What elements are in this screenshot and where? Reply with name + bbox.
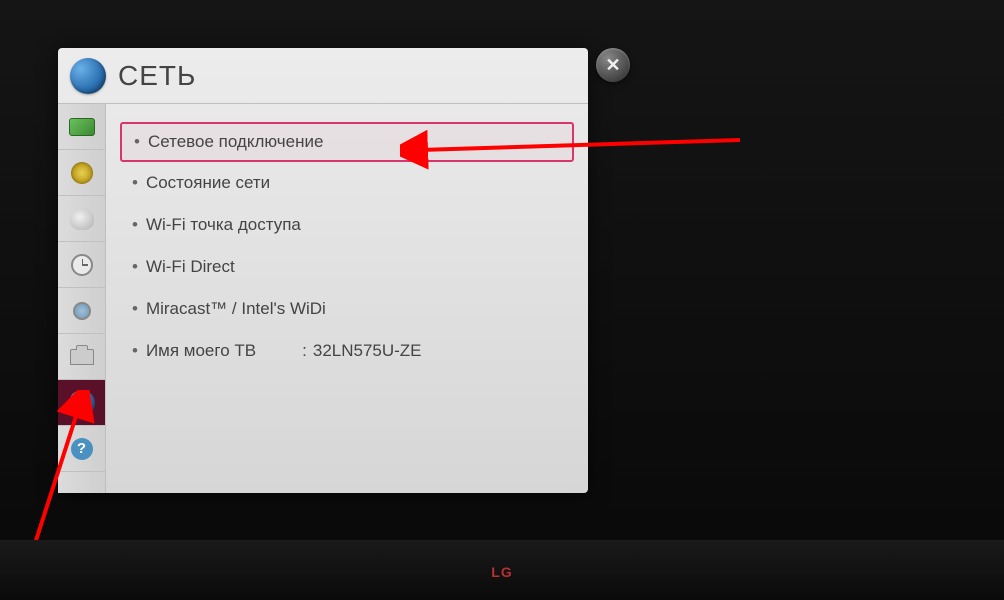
sidebar-item-time[interactable] bbox=[58, 242, 105, 288]
menu-item-label: Wi-Fi точка доступа bbox=[146, 215, 301, 235]
sidebar-item-channel[interactable] bbox=[58, 196, 105, 242]
tv-brand-logo: LG bbox=[491, 564, 512, 580]
bullet-icon: • bbox=[132, 215, 138, 235]
sound-icon bbox=[68, 161, 96, 185]
bullet-icon: • bbox=[132, 257, 138, 277]
menu-item-network-status[interactable]: • Состояние сети bbox=[120, 162, 574, 204]
menu-item-wifi-direct[interactable]: • Wi-Fi Direct bbox=[120, 246, 574, 288]
question-icon: ? bbox=[68, 437, 96, 461]
sidebar-item-lock[interactable] bbox=[58, 288, 105, 334]
sidebar-item-network[interactable] bbox=[58, 380, 105, 426]
bullet-icon: • bbox=[132, 341, 138, 361]
value-separator: : bbox=[302, 341, 307, 361]
menu-item-label: Имя моего ТВ bbox=[146, 341, 256, 361]
menu-item-label: Состояние сети bbox=[146, 173, 270, 193]
menu-item-label: Miracast™ / Intel's WiDi bbox=[146, 299, 326, 319]
menu-item-value: 32LN575U-ZE bbox=[313, 341, 422, 361]
network-globe-icon bbox=[70, 58, 106, 94]
briefcase-icon bbox=[68, 345, 96, 369]
clock-icon bbox=[68, 253, 96, 277]
satellite-icon bbox=[68, 207, 96, 231]
panel-title: СЕТЬ bbox=[118, 60, 196, 92]
tv-bezel: LG bbox=[0, 540, 1004, 600]
close-button[interactable]: ✕ bbox=[596, 48, 630, 82]
lock-icon bbox=[68, 299, 96, 323]
bullet-icon: • bbox=[134, 132, 140, 152]
close-icon: ✕ bbox=[605, 55, 620, 76]
bullet-icon: • bbox=[132, 173, 138, 193]
menu-item-label: Wi-Fi Direct bbox=[146, 257, 235, 277]
sidebar-item-picture[interactable] bbox=[58, 104, 105, 150]
menu-item-wifi-ap[interactable]: • Wi-Fi точка доступа bbox=[120, 204, 574, 246]
sidebar-item-sound[interactable] bbox=[58, 150, 105, 196]
sidebar-item-option[interactable] bbox=[58, 334, 105, 380]
settings-panel: СЕТЬ ? • Сетевое подключение • bbox=[58, 48, 588, 493]
tv-screen: СЕТЬ ? • Сетевое подключение • bbox=[0, 0, 1004, 540]
panel-header: СЕТЬ bbox=[58, 48, 588, 104]
menu-item-label: Сетевое подключение bbox=[148, 132, 323, 152]
panel-body: ? • Сетевое подключение • Состояние сети… bbox=[58, 104, 588, 493]
picture-icon bbox=[68, 115, 96, 139]
sidebar-item-support[interactable]: ? bbox=[58, 426, 105, 472]
bullet-icon: • bbox=[132, 299, 138, 319]
settings-sidebar: ? bbox=[58, 104, 106, 493]
network-globe-icon bbox=[68, 391, 96, 415]
menu-item-network-connection[interactable]: • Сетевое подключение bbox=[120, 122, 574, 162]
menu-content: • Сетевое подключение • Состояние сети •… bbox=[106, 104, 588, 493]
menu-item-tv-name[interactable]: • Имя моего ТВ : 32LN575U-ZE bbox=[120, 330, 574, 372]
menu-item-miracast[interactable]: • Miracast™ / Intel's WiDi bbox=[120, 288, 574, 330]
